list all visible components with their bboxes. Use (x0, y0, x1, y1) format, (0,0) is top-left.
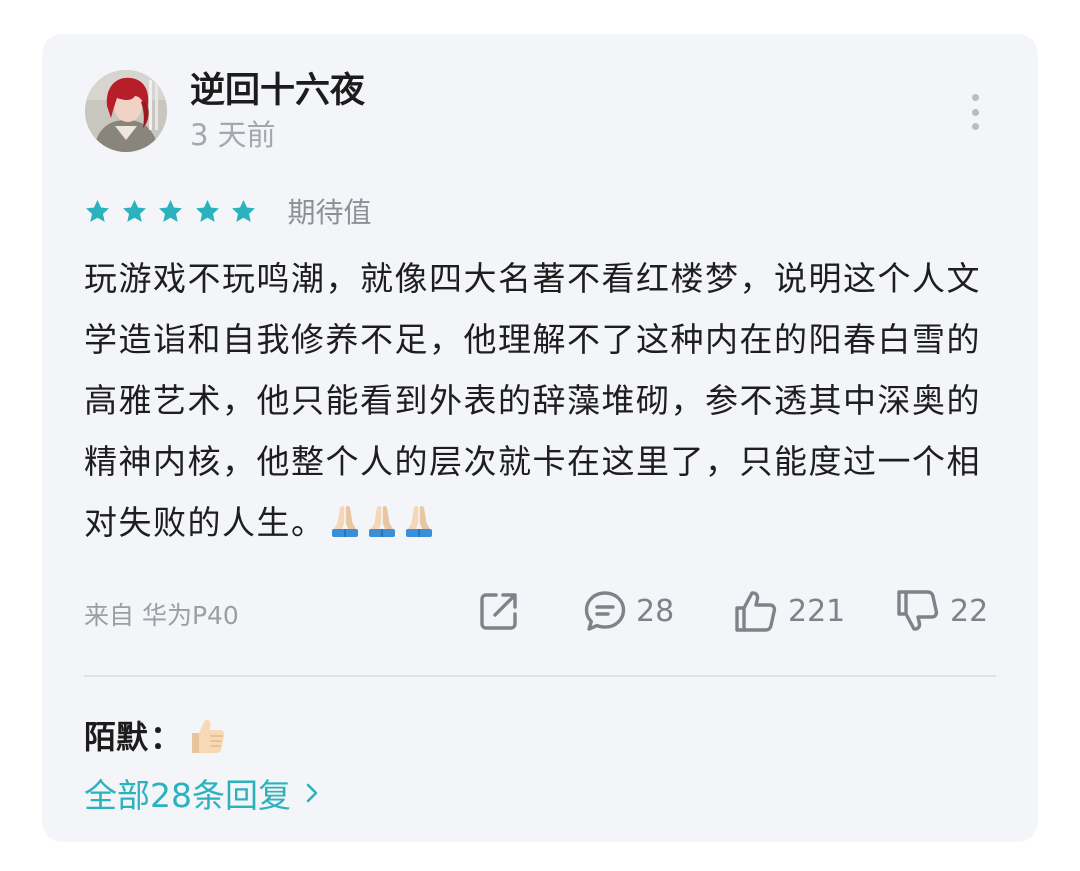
more-options-button[interactable] (960, 94, 990, 130)
rating-row: 期待值 (84, 190, 372, 232)
review-text: 玩游戏不玩鸣潮，就像四大名著不看红楼梦，说明这个人文学造诣和自我修养不足，他理解… (84, 248, 984, 553)
star-icon (194, 198, 221, 225)
star-icon (230, 198, 257, 225)
action-bar: 来自 华为P40 28 221 22 (84, 586, 996, 636)
thumbs-up-icon (735, 591, 777, 632)
reply-preview[interactable]: 陌默： (84, 712, 228, 758)
review-text-content: 玩游戏不玩鸣潮，就像四大名著不看红楼梦，说明这个人文学造诣和自我修养不足，他理解… (84, 259, 981, 542)
dislike-button[interactable]: 22 (894, 588, 988, 634)
review-card: 逆回十六夜 3 天前 期待值 玩游戏不玩鸣潮，就像四大名著不看红楼梦，说明这个人… (42, 34, 1038, 842)
more-dot (971, 123, 979, 130)
star-icon (157, 198, 184, 225)
share-button[interactable] (476, 588, 522, 634)
view-all-replies-label: 全部28条回复 (84, 776, 291, 815)
more-dot (971, 108, 979, 116)
thumbs-down-icon (897, 590, 939, 631)
thumbs-up-icon (192, 719, 225, 753)
star-rating (84, 198, 267, 225)
rating-label: 期待值 (287, 196, 372, 229)
folded-hands-icon (327, 502, 363, 538)
comment-icon (584, 591, 626, 631)
like-count: 221 (788, 593, 846, 629)
like-button[interactable]: 221 (732, 588, 845, 634)
folded-hands-icon (401, 502, 437, 538)
star-icon (84, 198, 111, 225)
reply-author: 陌默 (84, 718, 149, 756)
star-icon (121, 198, 148, 225)
username[interactable]: 逆回十六夜 (190, 70, 365, 112)
dislike-count: 22 (950, 593, 989, 629)
avatar[interactable] (85, 70, 167, 152)
reply-button[interactable]: 28 (582, 588, 674, 634)
share-icon (480, 593, 517, 630)
view-all-replies-link[interactable]: 全部28条回复 (84, 769, 319, 817)
folded-hands-icon (364, 502, 400, 538)
more-dot (971, 94, 979, 101)
chevron-right-icon (306, 783, 318, 803)
device-label: 来自 华为P40 (84, 601, 239, 630)
divider (84, 675, 996, 677)
reply-separator: ： (150, 718, 183, 756)
timestamp: 3 天前 (190, 118, 276, 152)
reply-count: 28 (636, 593, 675, 629)
